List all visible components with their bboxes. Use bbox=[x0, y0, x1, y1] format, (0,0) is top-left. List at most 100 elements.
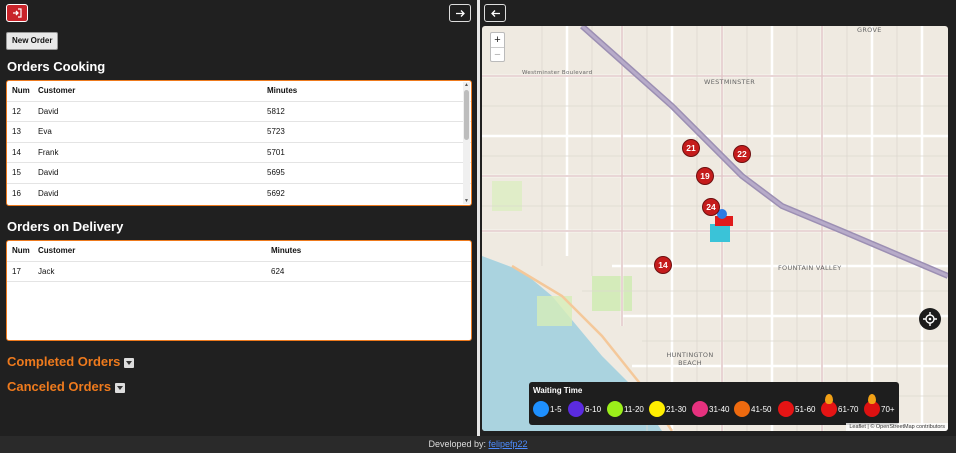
table-scrollbar[interactable]: ▲ ▼ bbox=[463, 82, 470, 204]
flame-icon bbox=[825, 394, 833, 404]
table-row[interactable]: 17 Jack 624 bbox=[7, 260, 471, 282]
zoom-out-button[interactable]: − bbox=[491, 47, 504, 61]
legend-dot bbox=[568, 401, 584, 417]
legend-label: 21-30 bbox=[666, 404, 687, 414]
legend-label: 41-50 bbox=[751, 404, 772, 414]
scroll-up-icon[interactable]: ▲ bbox=[463, 82, 470, 88]
app-root: New Order Orders Cooking Num Customer Mi… bbox=[0, 0, 956, 453]
order-marker[interactable]: 21 bbox=[682, 129, 700, 157]
cell-num: 15 bbox=[7, 162, 33, 183]
canceled-orders-title: Canceled Orders bbox=[7, 379, 112, 394]
order-marker[interactable]: 14 bbox=[654, 246, 672, 274]
developer-link[interactable]: felipefp22 bbox=[489, 439, 528, 449]
legend-dot bbox=[692, 401, 708, 417]
logout-button[interactable] bbox=[6, 4, 28, 22]
cell-minutes: 5692 bbox=[262, 182, 471, 204]
arrow-right-icon bbox=[455, 9, 465, 17]
cell-num: 12 bbox=[7, 100, 33, 122]
marker-label: 24 bbox=[706, 202, 716, 212]
order-marker[interactable]: 19 bbox=[696, 157, 714, 185]
expand-panel-button[interactable] bbox=[484, 4, 506, 22]
new-order-button[interactable]: New Order bbox=[6, 32, 59, 50]
footer: Developed by: felipefp22 bbox=[0, 436, 956, 453]
orders-delivery-table: Num Customer Minutes 17 Jack 624 bbox=[6, 240, 472, 341]
cell-minutes: 5701 bbox=[262, 141, 471, 163]
cell-minutes: 5695 bbox=[262, 162, 471, 183]
map-label-grove: GROVE bbox=[857, 26, 882, 34]
scroll-thumb[interactable] bbox=[464, 90, 469, 140]
cell-num: 13 bbox=[7, 121, 33, 142]
map-label-westminster-blvd: Westminster Boulevard bbox=[522, 70, 593, 76]
legend-label: 70+ bbox=[881, 404, 895, 414]
column-header-num: Num bbox=[12, 246, 30, 256]
legend-item: 1-5 bbox=[533, 401, 562, 417]
legend-label: 61-70 bbox=[838, 404, 859, 414]
cell-customer: David bbox=[33, 182, 262, 204]
locate-button[interactable] bbox=[919, 308, 941, 330]
legend-item: 41-50 bbox=[734, 401, 771, 417]
legend-dot bbox=[821, 394, 837, 417]
order-marker[interactable]: 24 bbox=[702, 188, 720, 216]
cell-num: 14 bbox=[7, 141, 33, 163]
marker-label: 21 bbox=[686, 143, 696, 153]
cell-minutes: 5723 bbox=[262, 121, 471, 142]
table-row[interactable]: 16 David 5692 bbox=[7, 182, 471, 204]
legend-dot bbox=[778, 401, 794, 417]
column-header-minutes: Minutes bbox=[267, 86, 298, 96]
legend-label: 51-60 bbox=[795, 404, 816, 414]
flame-icon bbox=[868, 394, 876, 404]
zoom-control: + − bbox=[490, 32, 505, 62]
orders-delivery-title: Orders on Delivery bbox=[7, 219, 124, 234]
legend-dot bbox=[533, 401, 549, 417]
table-header-row: Num Customer Minutes bbox=[7, 81, 471, 101]
marker-label: 19 bbox=[700, 171, 710, 181]
cell-customer: David bbox=[33, 100, 262, 122]
map-attribution[interactable]: Leaflet | © OpenStreetMap contributors bbox=[846, 423, 948, 431]
caret-down-icon[interactable] bbox=[115, 382, 126, 393]
map-label-huntington-beach: HUNTINGTON BEACH bbox=[666, 351, 714, 367]
crosshair-icon bbox=[923, 312, 937, 326]
orders-cooking-title: Orders Cooking bbox=[7, 59, 106, 74]
column-header-num: Num bbox=[12, 86, 30, 96]
cell-num: 17 bbox=[7, 260, 33, 282]
legend-item: 21-30 bbox=[649, 401, 686, 417]
footer-text: Developed by: bbox=[428, 439, 489, 449]
map-tiles bbox=[482, 26, 948, 431]
map-panel: GROVE WESTMINSTER Westminster Boulevard … bbox=[480, 0, 956, 436]
completed-orders-toggle[interactable]: Completed Orders bbox=[7, 354, 135, 369]
waiting-time-legend: Waiting Time 1-5 6-10 11-20 21-30 31-40 … bbox=[529, 382, 899, 425]
table-header-row: Num Customer Minutes bbox=[7, 241, 471, 261]
table-row[interactable]: 14 Frank 5701 bbox=[7, 141, 471, 163]
column-header-customer: Customer bbox=[38, 246, 76, 256]
table-row[interactable]: 13 Eva 5723 bbox=[7, 121, 471, 142]
legend-item: 70+ bbox=[864, 394, 895, 417]
column-header-customer: Customer bbox=[38, 86, 76, 96]
legend-label: 31-40 bbox=[709, 404, 730, 414]
cell-customer: Frank bbox=[33, 141, 262, 163]
arrow-left-icon bbox=[490, 9, 500, 17]
caret-down-icon[interactable] bbox=[124, 357, 135, 368]
legend-dot bbox=[649, 401, 665, 417]
legend-dot bbox=[607, 401, 623, 417]
canceled-orders-toggle[interactable]: Canceled Orders bbox=[7, 379, 126, 394]
map-label-fountain-valley: FOUNTAIN VALLEY bbox=[778, 264, 842, 272]
table-row[interactable]: 12 David 5812 bbox=[7, 100, 471, 122]
collapse-panel-button[interactable] bbox=[449, 4, 471, 22]
legend-item: 51-60 bbox=[778, 401, 815, 417]
legend-item: 31-40 bbox=[692, 401, 729, 417]
legend-label: 6-10 bbox=[585, 404, 602, 414]
table-row[interactable]: 15 David 5695 bbox=[7, 162, 471, 183]
legend-item: 6-10 bbox=[568, 401, 601, 417]
cell-customer: David bbox=[33, 162, 262, 183]
column-header-minutes: Minutes bbox=[271, 246, 302, 256]
zoom-in-button[interactable]: + bbox=[491, 33, 504, 47]
map-view[interactable]: GROVE WESTMINSTER Westminster Boulevard … bbox=[482, 26, 948, 431]
scroll-down-icon[interactable]: ▼ bbox=[463, 198, 470, 204]
cell-minutes: 5812 bbox=[262, 100, 471, 122]
map-label-westminster: WESTMINSTER bbox=[704, 78, 756, 86]
orders-panel: New Order Orders Cooking Num Customer Mi… bbox=[0, 0, 476, 436]
legend-dot bbox=[734, 401, 750, 417]
order-marker[interactable]: 22 bbox=[733, 135, 751, 163]
logout-icon bbox=[13, 8, 22, 18]
legend-item: 11-20 bbox=[607, 401, 644, 417]
